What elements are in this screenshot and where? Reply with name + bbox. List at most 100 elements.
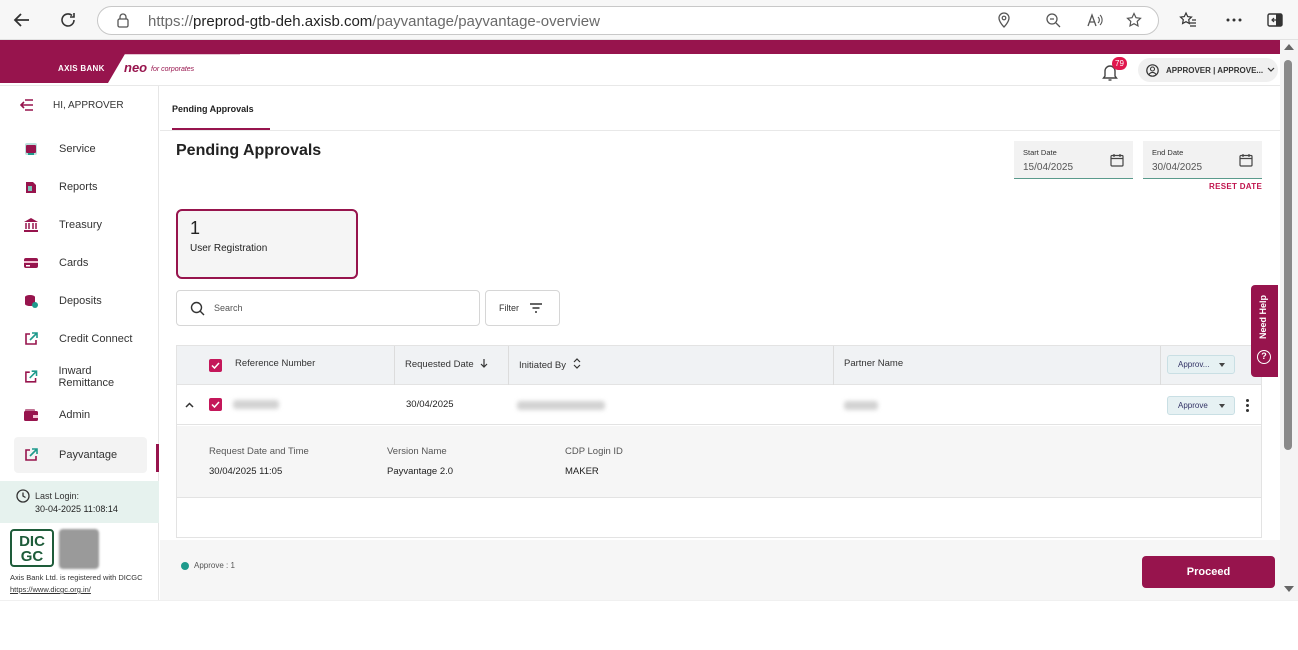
collapse-menu-icon[interactable]: [20, 99, 34, 111]
dicgc-link[interactable]: https://www.dicgc.org.in/: [10, 585, 91, 594]
location-icon[interactable]: [998, 12, 1010, 31]
start-date-field[interactable]: Start Date 15/04/2025: [1014, 141, 1133, 179]
sidebar-item-service[interactable]: Service: [14, 131, 147, 167]
reset-date-link[interactable]: RESET DATE: [1209, 182, 1262, 191]
scroll-thumb[interactable]: [1284, 60, 1292, 450]
sidebar-item-deposits[interactable]: Deposits: [14, 283, 147, 319]
page-scrollbar[interactable]: [1280, 40, 1298, 600]
sidebar-header: HI, APPROVER: [20, 99, 124, 111]
row-action-dropdown[interactable]: Approve: [1167, 396, 1235, 415]
user-label: APPROVER | APPROVE...: [1166, 65, 1264, 75]
wallet-icon: [24, 409, 38, 421]
select-all-checkbox[interactable]: [209, 359, 222, 372]
column-header-reference-number[interactable]: Reference Number: [235, 358, 315, 369]
calendar-icon[interactable]: [1239, 153, 1253, 167]
sidebar-item-label: Payvantage: [59, 449, 118, 461]
approvals-table: Reference Number Requested Date Initiate…: [176, 345, 1262, 538]
reload-icon[interactable]: [56, 8, 80, 32]
row-checkbox[interactable]: [209, 398, 222, 411]
back-icon[interactable]: [10, 8, 34, 32]
last-login-panel: Last Login: 30-04-2025 11:08:14: [0, 481, 159, 523]
detail-label: Request Date and Time: [209, 446, 309, 457]
page-title: Pending Approvals: [176, 142, 322, 159]
need-help-tab[interactable]: Need Help ?: [1251, 285, 1278, 377]
url-path: /payvantage/payvantage-overview: [372, 13, 600, 30]
axis-bank-logo[interactable]: AXIS BANK: [58, 64, 105, 73]
zoom-icon[interactable]: [1045, 12, 1061, 31]
search-field[interactable]: [176, 290, 480, 326]
last-login-label: Last Login:: [35, 491, 80, 501]
column-divider: [508, 346, 509, 385]
sidebar-item-label: Treasury: [59, 219, 102, 231]
lock-icon[interactable]: [116, 12, 130, 31]
logo-tab: [0, 40, 240, 83]
favorites-icon[interactable]: [1176, 8, 1200, 32]
sort-down-icon[interactable]: [480, 358, 488, 368]
user-menu[interactable]: APPROVER | APPROVE...: [1138, 58, 1278, 82]
calendar-icon[interactable]: [1110, 153, 1124, 167]
end-date-label: End Date: [1152, 148, 1184, 157]
scroll-up-arrow[interactable]: [1284, 44, 1294, 50]
redacted-partner-name: [844, 401, 878, 410]
external-link-icon: [25, 448, 38, 461]
column-header-requested-date[interactable]: Requested Date: [405, 358, 488, 370]
bulk-action-dropdown[interactable]: Approv...: [1167, 355, 1235, 374]
address-bar[interactable]: https://preprod-gtb-deh.axisb.com/payvan…: [97, 6, 1159, 35]
detail-label: CDP Login ID: [565, 446, 623, 457]
sidebar-item-label: Credit Connect: [59, 333, 133, 345]
table-row[interactable]: 30/04/2025 Approve: [177, 385, 1261, 425]
sidebar-item-label: Reports: [59, 181, 98, 193]
window-bottom: [0, 600, 1298, 650]
user-icon: [1146, 63, 1159, 77]
read-aloud-icon[interactable]: [1086, 12, 1104, 31]
sidebar-item-label: Service: [59, 143, 96, 155]
clock-icon: [16, 489, 30, 503]
approve-legend-text: Approve : 1: [194, 561, 235, 570]
column-divider: [1160, 346, 1161, 385]
approve-legend-dot: [181, 562, 189, 570]
neo-tagline: for corporates: [151, 66, 195, 73]
summary-card-user-registration[interactable]: 1 User Registration: [176, 209, 358, 279]
chevron-up-icon[interactable]: [185, 402, 194, 408]
sidebar-item-inward-remittance[interactable]: Inward Remittance: [14, 359, 147, 395]
more-vertical-icon[interactable]: [1246, 399, 1250, 413]
more-icon[interactable]: [1222, 8, 1246, 32]
sidebar-item-payvantage[interactable]: Payvantage: [14, 437, 147, 473]
neo-logo[interactable]: neo: [124, 60, 147, 75]
column-header-initiated-by[interactable]: Initiated By: [519, 358, 581, 371]
column-divider: [394, 346, 395, 385]
sidebar-greeting: HI, APPROVER: [53, 99, 124, 111]
search-input[interactable]: [214, 300, 464, 316]
check-icon: [211, 401, 220, 409]
sidebar-item-cards[interactable]: Cards: [14, 245, 147, 281]
sort-icon[interactable]: [573, 358, 581, 369]
redacted-reference-number: [233, 400, 279, 409]
sidebar-toggle-icon[interactable]: [1263, 8, 1287, 32]
tab-divider: [160, 130, 1280, 131]
url-prefix: https://: [148, 13, 194, 30]
header-divider: [0, 85, 1280, 86]
column-label: Requested Date: [405, 359, 474, 370]
url-domain: preprod-gtb-deh.axisb.com: [193, 13, 373, 30]
end-date-field[interactable]: End Date 30/04/2025: [1143, 141, 1262, 179]
scroll-down-arrow[interactable]: [1284, 586, 1294, 592]
sidebar-item-reports[interactable]: Reports: [14, 169, 147, 205]
tab-pending-approvals[interactable]: Pending Approvals: [172, 104, 254, 114]
filter-button[interactable]: Filter: [485, 290, 560, 326]
column-header-partner-name[interactable]: Partner Name: [844, 358, 903, 369]
card-icon: [24, 258, 38, 268]
proceed-button[interactable]: Proceed: [1142, 556, 1275, 588]
last-login-value: 30-04-2025 11:08:14: [35, 504, 118, 514]
service-icon: [25, 143, 37, 155]
sidebar-item-treasury[interactable]: Treasury: [14, 207, 147, 243]
caret-down-icon: [1219, 363, 1225, 367]
detail-value: MAKER: [565, 466, 599, 477]
summary-count: 1: [190, 218, 201, 238]
sidebar-item-label: Deposits: [59, 295, 102, 307]
sidebar-item-admin[interactable]: Admin: [14, 397, 147, 433]
redacted-initiated-by: [517, 401, 605, 410]
sidebar-item-credit-connect[interactable]: Credit Connect: [14, 321, 147, 357]
favorite-star-icon[interactable]: [1126, 12, 1142, 31]
browser-toolbar: https://preprod-gtb-deh.axisb.com/payvan…: [0, 0, 1298, 40]
dicgc-logo: DIC GC: [10, 529, 54, 567]
